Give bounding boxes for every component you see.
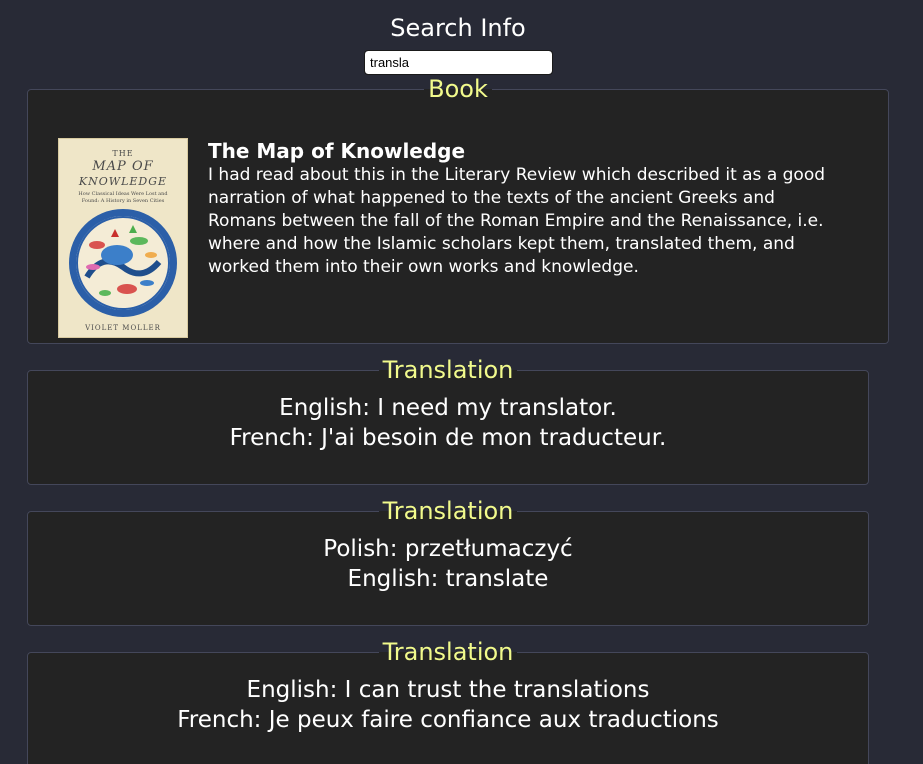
translation-line: Polish: przetłumaczyć <box>323 536 573 562</box>
translation-legend: Translation <box>382 497 514 525</box>
translation-line: English: I need my translator. <box>279 395 617 421</box>
book-description: I had read about this in the Literary Re… <box>208 165 826 277</box>
book-title: The Map of Knowledge <box>208 139 466 163</box>
translation-line: English: I can trust the translations <box>246 677 650 703</box>
book-info: The Map of Knowledge I had read about th… <box>208 138 848 279</box>
translation-card: Translation English: I need my translato… <box>27 355 869 485</box>
translation-line: French: Je peux faire confiance aux trad… <box>177 707 719 733</box>
translation-line: French: J'ai besoin de mon traducteur. <box>229 425 667 451</box>
translation-body: English: I need my translator. French: J… <box>28 385 868 453</box>
cover-subtitle: How Classical Ideas Were Lost and Found:… <box>78 191 168 204</box>
cover-author: VIOLET MOLLER <box>85 324 161 332</box>
page-title: Search Info <box>390 14 526 42</box>
translation-body: English: I can trust the translations Fr… <box>28 667 868 735</box>
page: Search Info Book THE MAP OF KNOWLEDGE Ho… <box>0 0 923 764</box>
cover-illustration-icon <box>69 209 177 317</box>
book-legend: Book <box>428 75 488 103</box>
translation-body: Polish: przetłumaczyć English: translate <box>28 526 868 594</box>
translation-legend: Translation <box>382 356 514 384</box>
cover-line1: THE <box>112 149 134 158</box>
translation-legend: Translation <box>382 638 514 666</box>
translation-card: Translation Polish: przetłumaczyć Englis… <box>27 496 869 626</box>
book-card: Book THE MAP OF KNOWLEDGE How Classical … <box>27 74 889 344</box>
translation-card: Translation English: I can trust the tra… <box>27 637 869 764</box>
cover-line2: MAP OF <box>92 159 154 174</box>
cover-line3: KNOWLEDGE <box>78 175 168 188</box>
translation-line: English: translate <box>347 566 549 592</box>
book-cover-image: THE MAP OF KNOWLEDGE How Classical Ideas… <box>58 138 188 338</box>
search-input[interactable] <box>364 50 553 75</box>
